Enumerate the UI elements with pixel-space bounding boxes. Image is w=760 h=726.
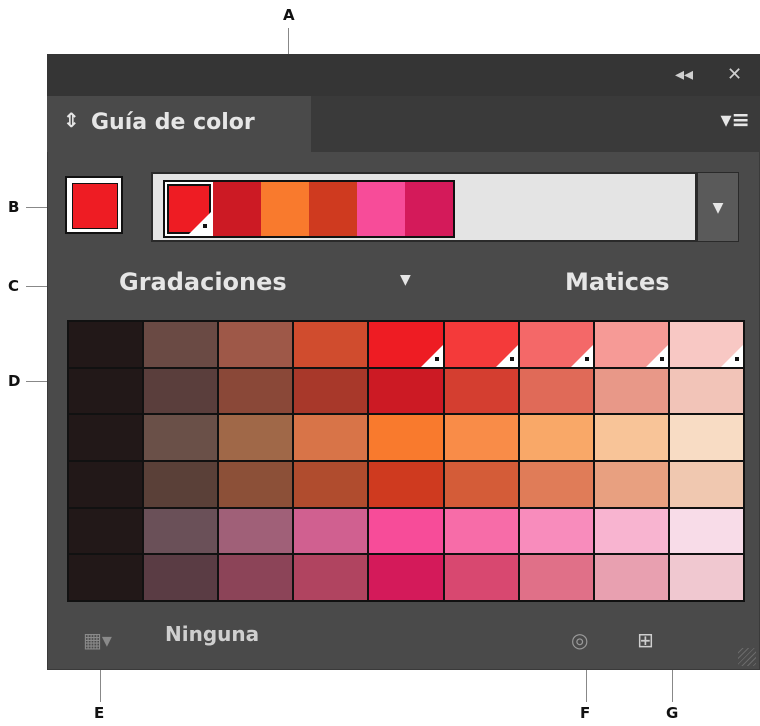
variation-swatch[interactable] (144, 508, 218, 554)
variation-grid (67, 320, 745, 602)
variation-swatch[interactable] (69, 555, 143, 600)
harmony-swatch[interactable] (405, 182, 453, 236)
variation-swatch[interactable] (294, 555, 368, 600)
variation-swatch[interactable] (594, 368, 668, 414)
variation-swatch[interactable] (669, 508, 743, 554)
variation-swatch[interactable] (294, 322, 368, 367)
variation-swatch[interactable] (294, 368, 368, 414)
variation-swatch[interactable] (69, 508, 143, 554)
gamut-flag-icon (645, 344, 668, 367)
variation-swatch[interactable] (369, 368, 443, 414)
variation-gradations-label[interactable]: Gradaciones (119, 268, 287, 296)
variation-swatch[interactable] (369, 322, 443, 367)
variation-dropdown-icon[interactable]: ▼ (400, 272, 411, 288)
variation-swatch[interactable] (444, 368, 518, 414)
gamut-flag-icon (495, 344, 518, 367)
variation-swatch[interactable] (444, 555, 518, 600)
harmony-rules-bar[interactable] (151, 172, 697, 242)
save-swatch-group-icon[interactable]: ⊞ (637, 628, 654, 652)
callout-a: A (283, 6, 295, 24)
variation-swatch[interactable] (519, 555, 593, 600)
variation-swatch[interactable] (219, 462, 293, 507)
tab-bar-empty: ▾≡ (311, 96, 760, 152)
callout-b: B (8, 198, 20, 216)
variation-swatch[interactable] (444, 462, 518, 507)
library-name-label: Ninguna (165, 622, 260, 646)
base-color-flag-icon (189, 212, 211, 234)
tab-color-guide[interactable]: ⇕ Guía de color (47, 96, 311, 152)
variation-swatch[interactable] (294, 415, 368, 460)
variation-swatch[interactable] (144, 462, 218, 507)
variation-swatch[interactable] (294, 462, 368, 507)
color-wheel-icon[interactable]: ◎ (571, 628, 588, 652)
variation-swatch[interactable] (669, 415, 743, 460)
variation-swatch[interactable] (144, 415, 218, 460)
dropdown-arrow-icon: ▼ (712, 200, 724, 216)
gamut-flag-icon (570, 344, 593, 367)
variation-swatch[interactable] (69, 415, 143, 460)
color-guide-panel: ◂◂ ✕ ⇕ Guía de color ▾≡ ▼ Gradaciones ▼ … (47, 54, 760, 670)
variation-swatch[interactable] (519, 368, 593, 414)
base-color-swatch[interactable] (65, 176, 123, 234)
variation-swatch[interactable] (594, 322, 668, 367)
variation-swatch[interactable] (669, 322, 743, 367)
collapse-icon[interactable]: ◂◂ (675, 64, 693, 85)
base-color-fill (72, 183, 118, 229)
variation-swatch[interactable] (669, 462, 743, 507)
callout-g: G (666, 704, 679, 722)
variation-swatch[interactable] (594, 415, 668, 460)
variation-swatch[interactable] (69, 462, 143, 507)
limit-library-grid-icon[interactable]: ▦▾ (83, 628, 112, 652)
variation-swatch[interactable] (519, 322, 593, 367)
variation-swatch[interactable] (444, 415, 518, 460)
variation-swatch[interactable] (69, 368, 143, 414)
callout-c: C (8, 277, 20, 295)
variation-swatch[interactable] (519, 415, 593, 460)
callout-e: E (94, 704, 105, 722)
panel-title-bar[interactable]: ◂◂ ✕ (47, 54, 760, 96)
variation-swatch[interactable] (669, 368, 743, 414)
harmony-swatch[interactable] (309, 182, 357, 236)
variation-swatch[interactable] (219, 322, 293, 367)
tab-expand-icon[interactable]: ⇕ (63, 108, 80, 132)
harmony-swatch[interactable] (357, 182, 405, 236)
variation-swatch[interactable] (369, 508, 443, 554)
variation-swatch[interactable] (444, 508, 518, 554)
variation-swatch[interactable] (369, 555, 443, 600)
variation-swatch[interactable] (594, 462, 668, 507)
harmony-swatch[interactable] (261, 182, 309, 236)
callout-d: D (8, 372, 21, 390)
panel-menu-icon[interactable]: ▾≡ (721, 108, 750, 133)
resize-grip-icon[interactable] (738, 648, 756, 666)
variation-swatch[interactable] (69, 322, 143, 367)
variation-swatch[interactable] (144, 555, 218, 600)
variation-tints-label[interactable]: Matices (565, 268, 670, 296)
variation-swatch[interactable] (594, 555, 668, 600)
variation-swatch[interactable] (219, 415, 293, 460)
variation-swatch[interactable] (294, 508, 368, 554)
variation-swatch[interactable] (519, 462, 593, 507)
variation-swatch[interactable] (219, 508, 293, 554)
harmony-rules-dropdown[interactable]: ▼ (697, 172, 739, 242)
callout-f: F (580, 704, 591, 722)
tab-label: Guía de color (91, 110, 255, 135)
harmony-swatch-base[interactable] (165, 182, 213, 236)
variation-swatch[interactable] (669, 555, 743, 600)
gamut-flag-icon (420, 344, 443, 367)
variation-swatch[interactable] (219, 368, 293, 414)
variation-swatch[interactable] (519, 508, 593, 554)
variation-swatch[interactable] (144, 368, 218, 414)
variation-swatch[interactable] (369, 415, 443, 460)
variation-swatch[interactable] (219, 555, 293, 600)
close-icon[interactable]: ✕ (727, 64, 742, 85)
variation-swatch[interactable] (144, 322, 218, 367)
variation-swatch[interactable] (594, 508, 668, 554)
harmony-swatch[interactable] (213, 182, 261, 236)
variation-swatch[interactable] (369, 462, 443, 507)
gamut-flag-icon (721, 344, 743, 367)
harmony-swatch-group (163, 180, 455, 238)
variation-swatch[interactable] (444, 322, 518, 367)
